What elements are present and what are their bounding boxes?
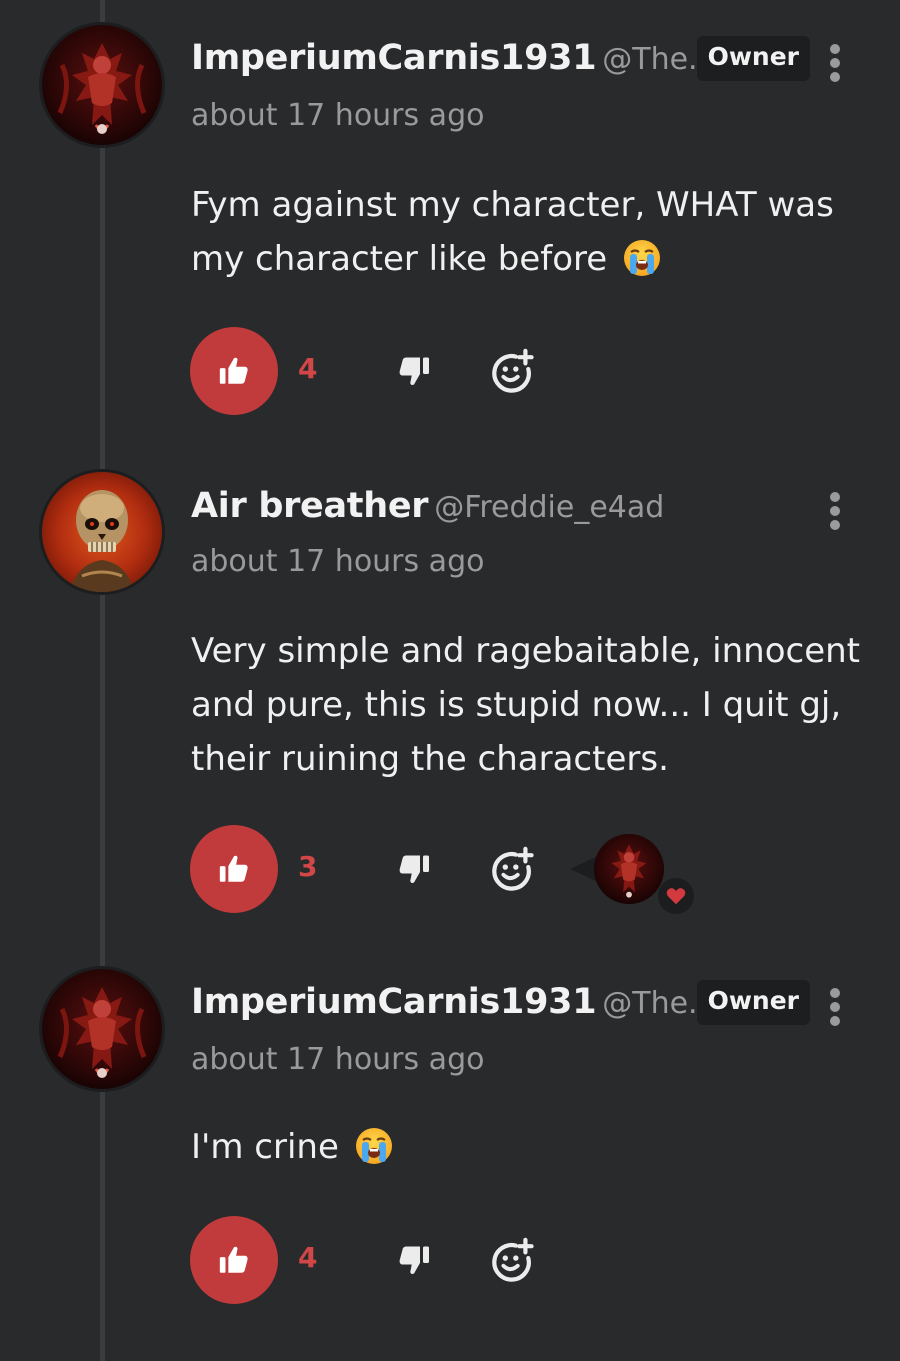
like-button[interactable]: [190, 1216, 278, 1304]
comment-text: I'm crine: [191, 1127, 339, 1167]
demonic-figure-avatar-icon: [594, 834, 664, 904]
owner-badge: Owner: [696, 980, 810, 1025]
like-button[interactable]: [190, 825, 278, 913]
comment-timestamp: about 17 hours ago: [191, 98, 485, 133]
comment-item: ImperiumCarnis1931 @The... Owner about 17…: [0, 944, 900, 1361]
heart-icon: [658, 878, 694, 914]
thumbs-down-icon: [399, 855, 429, 883]
comment-body: Fym against my character, WHAT was my ch…: [191, 178, 861, 286]
comment-timestamp: about 17 hours ago: [191, 544, 485, 579]
comment-timestamp: about 17 hours ago: [191, 1042, 485, 1077]
add-reaction-button[interactable]: [489, 846, 535, 892]
add-reaction-button[interactable]: [489, 348, 535, 394]
comment-header: Air breather @Freddie_e4ad: [191, 486, 664, 526]
comment-text: Very simple and ragebaitable, innocent a…: [191, 631, 860, 779]
loudly-crying-face-icon: [354, 1126, 394, 1166]
comment-body: I'm crine: [191, 1120, 861, 1174]
author-name[interactable]: ImperiumCarnis1931: [191, 38, 597, 78]
user-avatar[interactable]: [42, 472, 162, 592]
comment-body: Very simple and ragebaitable, innocent a…: [191, 624, 861, 786]
comment-item: Air breather @Freddie_e4ad about 17 hours…: [0, 470, 900, 950]
dislike-button[interactable]: [396, 1242, 432, 1278]
loudly-crying-face-icon: [622, 238, 662, 278]
more-options-icon[interactable]: [829, 492, 841, 532]
comment-header: ImperiumCarnis1931 @The...: [191, 982, 717, 1022]
thumbs-down-icon: [399, 357, 429, 385]
user-avatar[interactable]: [42, 969, 162, 1089]
add-emoji-icon: [492, 846, 534, 891]
thumbs-up-icon: [219, 1246, 248, 1273]
user-avatar[interactable]: [42, 25, 162, 145]
author-reaction[interactable]: [570, 830, 694, 914]
author-handle[interactable]: @Freddie_e4ad: [434, 490, 664, 525]
like-button[interactable]: [190, 327, 278, 415]
add-emoji-icon: [492, 348, 534, 393]
more-options-icon[interactable]: [829, 44, 841, 84]
comment-item: ImperiumCarnis1931 @The... Owner about 17…: [0, 0, 900, 440]
thumbs-up-icon: [219, 855, 248, 882]
dislike-button[interactable]: [396, 353, 432, 389]
demonic-figure-avatar-icon: [42, 25, 162, 145]
reaction-avatar: [594, 834, 664, 904]
more-options-icon[interactable]: [829, 988, 841, 1028]
comment-header: ImperiumCarnis1931 @The...: [191, 38, 717, 78]
like-count: 4: [298, 352, 318, 385]
owner-badge: Owner: [696, 36, 810, 81]
thumbs-down-icon: [399, 1246, 429, 1274]
add-reaction-button[interactable]: [489, 1237, 535, 1283]
demonic-figure-avatar-icon: [42, 969, 162, 1089]
like-count: 3: [298, 850, 318, 883]
dislike-button[interactable]: [396, 851, 432, 887]
like-count: 4: [298, 1241, 318, 1274]
author-name[interactable]: Air breather: [191, 486, 429, 526]
skull-avatar-icon: [42, 472, 162, 592]
add-emoji-icon: [492, 1237, 534, 1282]
comment-text: Fym against my character, WHAT was my ch…: [191, 185, 834, 279]
thumbs-up-icon: [219, 357, 248, 384]
author-name[interactable]: ImperiumCarnis1931: [191, 982, 597, 1022]
